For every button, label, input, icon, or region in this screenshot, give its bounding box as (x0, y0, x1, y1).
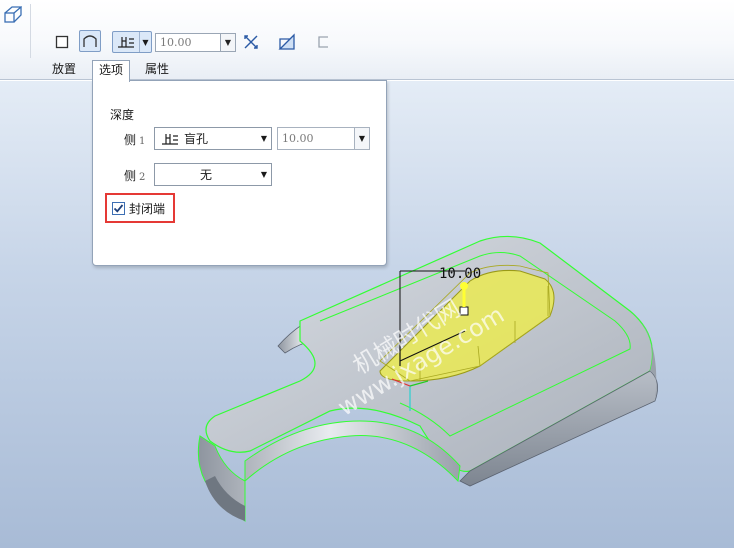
options-panel: 深度 侧1 盲孔 ▼ 10.00 ▼ 侧2 无 ▼ 封闭端 (92, 80, 387, 266)
chevron-down-icon: ▼ (260, 170, 268, 179)
flip-direction-icon (244, 34, 258, 49)
chevron-down-icon: ▼ (260, 134, 268, 143)
capped-ends-option[interactable]: 封闭端 (105, 193, 175, 223)
depth-section-title: 深度 (110, 108, 135, 122)
tab-options[interactable]: 选项 (92, 60, 131, 82)
dashboard-divider (30, 4, 31, 58)
tab-placement[interactable]: 放置 (46, 60, 82, 80)
extrude-feature-icon (4, 6, 23, 24)
chevron-down-icon: ▼ (142, 37, 149, 47)
side2-label: 侧2 (124, 169, 146, 183)
thicken-button[interactable] (312, 30, 334, 52)
blind-depth-icon (118, 37, 134, 48)
solid-icon (55, 35, 69, 48)
capped-ends-checkbox[interactable] (112, 201, 125, 215)
side1-depth-value-input[interactable]: 10.00 ▼ (277, 127, 370, 150)
checkmark-icon (113, 203, 124, 213)
depth-value-input[interactable]: 10.00 ▼ (155, 33, 236, 52)
depth-dimension-label[interactable]: 10.00 (439, 266, 481, 282)
side1-depth-type-select[interactable]: 盲孔 ▼ (154, 127, 272, 150)
flip-direction-button[interactable] (240, 30, 262, 52)
thicken-icon (318, 35, 328, 48)
surface-icon (83, 34, 97, 47)
depth-option-button[interactable]: ▼ (112, 31, 152, 53)
remove-material-button[interactable] (276, 30, 298, 52)
solid-button[interactable] (51, 30, 73, 52)
side2-depth-type-select[interactable]: 无 ▼ (154, 163, 272, 186)
surface-button[interactable] (79, 30, 101, 52)
chevron-down-icon[interactable]: ▼ (220, 34, 235, 51)
blind-depth-icon (162, 133, 178, 145)
tab-properties[interactable]: 属性 (139, 60, 175, 80)
remove-material-icon (278, 32, 295, 50)
extrude-dashboard: ▼ 10.00 ▼ 放置 选项 属性 (0, 0, 734, 82)
capped-ends-label: 封闭端 (129, 201, 166, 216)
chevron-down-icon[interactable]: ▼ (354, 128, 369, 149)
side1-label: 侧1 (124, 133, 146, 147)
